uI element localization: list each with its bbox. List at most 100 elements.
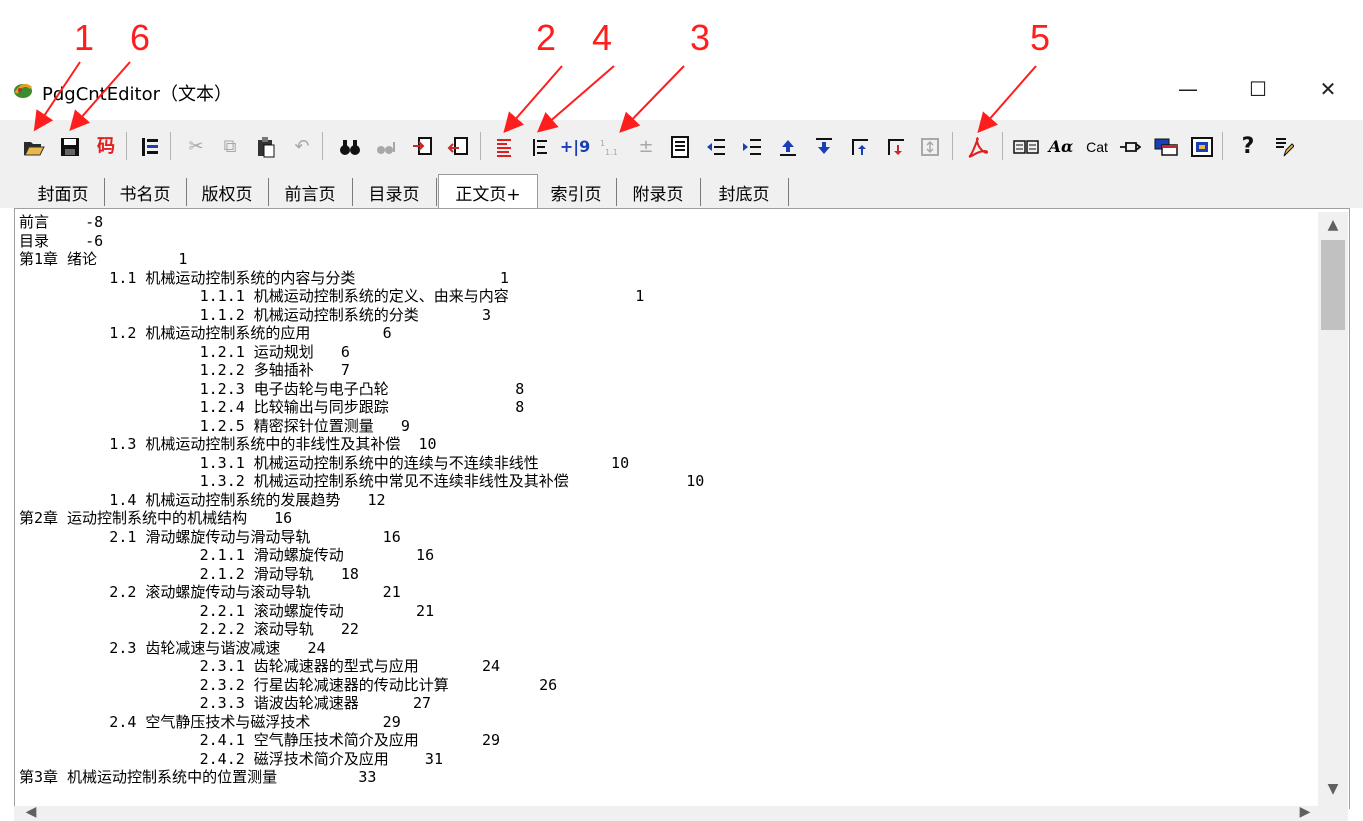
scroll-up-arrow-icon[interactable]: ▲ [1318,214,1348,236]
find-binoculars-icon[interactable] [338,134,362,160]
screenshot-icon[interactable] [1190,134,1214,160]
annotation-number-1: 1 [74,17,95,58]
close-button[interactable]: ✕ [1298,72,1358,106]
number-align-icon[interactable]: 1 1.1 [598,134,622,160]
toc-line: 第1章 绪论 1 [19,250,188,268]
plus-minus-icon[interactable]: ± [634,134,658,160]
toc-line: 2.1.1 滑动螺旋传动 16 [19,546,435,564]
page-number-offset-button[interactable]: +|9 [560,134,590,160]
outdent-icon[interactable] [704,134,728,160]
find-next-icon[interactable] [374,134,398,160]
outline-tree-icon[interactable] [138,134,162,160]
tab-preface[interactable]: 前言页 [268,178,353,206]
scroll-left-arrow-icon[interactable]: ◀ [16,803,46,821]
tab-copyright[interactable]: 版权页 [186,178,269,206]
indent-icon[interactable] [740,134,764,160]
toc-line: 1.1.1 机械运动控制系统的定义、由来与内容 1 [19,287,645,305]
pdf-acrobat-icon[interactable] [966,134,990,160]
toolbar-separator [1222,132,1223,160]
horizontal-scrollbar[interactable] [14,806,1348,821]
window-title: PdgCntEditor（文本） [42,84,233,105]
toc-line: 2.1.2 滑动导轨 18 [19,564,359,583]
toc-line: 1.3.2 机械运动控制系统中常见不连续非线性及其补偿 10 [19,472,705,490]
move-down-icon[interactable] [812,134,836,160]
columns-icon[interactable] [1012,134,1040,160]
app-leaf-icon [14,83,32,98]
export-page-icon[interactable] [446,134,470,160]
tab-title-page[interactable]: 书名页 [104,178,187,206]
tab-contents[interactable]: 目录页 [352,178,437,206]
toc-line: 2.4.1 空气静压技术简介及应用 29 [19,731,501,749]
merge-up-icon[interactable] [848,134,872,160]
cut-icon[interactable]: ✂ [184,134,208,160]
toc-line: 1.2.1 运动规划 6 [19,342,350,361]
toc-line: 2.4 空气静压技术与磁浮技术 29 [19,712,401,731]
save-icon[interactable] [58,134,82,160]
open-folder-icon[interactable] [22,134,46,160]
toc-line: 2.3.3 谐波齿轮减速器 27 [19,694,432,712]
toc-line: 1.1.2 机械运动控制系统的分类 3 [19,305,492,324]
toc-line: 1.2 机械运动控制系统的应用 6 [19,324,392,342]
toc-line: 目录 -6 [19,231,104,250]
tab-body-active[interactable]: 正文页+ [438,174,538,209]
toc-line: 2.3.1 齿轮减速器的型式与应用 24 [19,657,501,675]
toc-line: 1.4 机械运动控制系统的发展趋势 12 [19,490,386,509]
tab-back-cover[interactable]: 封底页 [700,178,789,206]
indent-list-icon[interactable] [528,134,552,160]
toolbar-separator [170,132,171,160]
font-style-button[interactable]: Aα [1046,134,1076,160]
range-disabled-icon[interactable] [918,134,942,160]
svg-text:1: 1 [600,139,605,148]
toc-line: 第3章 机械运动控制系统中的位置测量 33 [19,768,377,786]
text-editor[interactable]: 前言 -8 目录 -6 第1章 绪论 1 1.1 机械运动控制系统的内容与分类 … [14,208,1350,809]
import-page-icon[interactable] [410,134,434,160]
scroll-right-arrow-icon[interactable]: ▶ [1290,803,1320,821]
toc-line: 2.2.1 滚动螺旋传动 21 [19,601,435,620]
toc-line: 2.4.2 磁浮技术简介及应用 31 [19,749,443,768]
annotation-number-5: 5 [1030,17,1051,58]
maximize-button[interactable]: ☐ [1228,72,1288,106]
help-button[interactable]: ? [1236,134,1260,160]
scroll-down-arrow-icon[interactable]: ▼ [1318,778,1348,800]
paste-icon[interactable] [254,134,278,160]
toc-line: 1.2.2 多轴插补 7 [19,361,350,379]
move-up-icon[interactable] [776,134,800,160]
toc-line: 1.3.1 机械运动控制系统中的连续与不连续非线性 10 [19,453,630,472]
tab-cover[interactable]: 封面页 [22,178,105,206]
tab-appendix[interactable]: 附录页 [616,178,701,206]
svg-text:1.1: 1.1 [605,148,618,157]
annotation-number-2: 2 [536,17,557,58]
toc-line: 1.2.5 精密探针位置测量 9 [19,416,410,435]
window-layout-icon[interactable] [1154,134,1178,160]
toc-line: 前言 -8 [19,213,104,231]
toolbar-separator [480,132,481,160]
toc-line: 1.3 机械运动控制系统中的非线性及其补偿 10 [19,435,437,453]
page-document-icon[interactable] [668,134,692,160]
toolbar-separator [952,132,953,160]
toolbar-separator [322,132,323,160]
format-lines-icon[interactable] [492,134,516,160]
toolbar-separator [1002,132,1003,160]
category-button[interactable]: Cat [1082,134,1112,160]
toc-line: 第2章 运动控制系统中的机械结构 16 [19,509,293,527]
pin-icon[interactable] [1118,134,1142,160]
annotation-number-6: 6 [130,17,151,58]
annotation-number-4: 4 [592,17,613,58]
encoding-code-button[interactable]: 码 [94,134,118,160]
toc-line: 1.2.4 比较输出与同步跟踪 8 [19,398,525,416]
toc-line: 2.3 齿轮减速与谐波减速 24 [19,638,326,657]
toolbar-separator [126,132,127,160]
copy-icon[interactable]: ⧉ [218,134,242,160]
tab-index[interactable]: 索引页 [536,178,617,206]
minimize-button[interactable]: — [1158,72,1218,106]
notes-pencil-icon[interactable] [1272,134,1296,160]
undo-icon[interactable]: ↶ [290,134,314,160]
toc-line: 2.3.2 行星齿轮减速器的传动比计算 26 [19,675,558,694]
toc-line: 2.2.2 滚动导轨 22 [19,620,359,638]
annotation-number-3: 3 [690,17,711,58]
toc-line: 2.2 滚动螺旋传动与滚动导轨 21 [19,583,401,601]
toc-line: 2.1 滑动螺旋传动与滑动导轨 16 [19,527,401,546]
vertical-scroll-thumb[interactable] [1321,240,1345,330]
split-down-icon[interactable] [884,134,908,160]
toc-line: 1.1 机械运动控制系统的内容与分类 1 [19,268,509,287]
